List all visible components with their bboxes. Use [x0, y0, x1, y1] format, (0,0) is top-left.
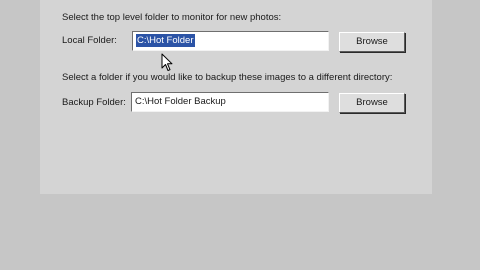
local-browse-button[interactable]: Browse — [339, 32, 405, 52]
local-folder-label: Local Folder: — [62, 35, 117, 46]
backup-browse-button[interactable]: Browse — [339, 93, 405, 113]
backup-folder-value: C:\Hot Folder Backup — [135, 96, 226, 107]
local-folder-instruction: Select the top level folder to monitor f… — [62, 12, 282, 23]
backup-folder-field[interactable]: C:\Hot Folder Backup — [131, 92, 329, 112]
local-folder-field[interactable]: C:\Hot Folder — [132, 31, 329, 51]
mouse-pointer-icon — [161, 53, 173, 71]
backup-folder-label: Backup Folder: — [62, 97, 126, 108]
local-folder-value: C:\Hot Folder — [136, 34, 195, 47]
backup-folder-instruction: Select a folder if you would like to bac… — [62, 72, 393, 83]
